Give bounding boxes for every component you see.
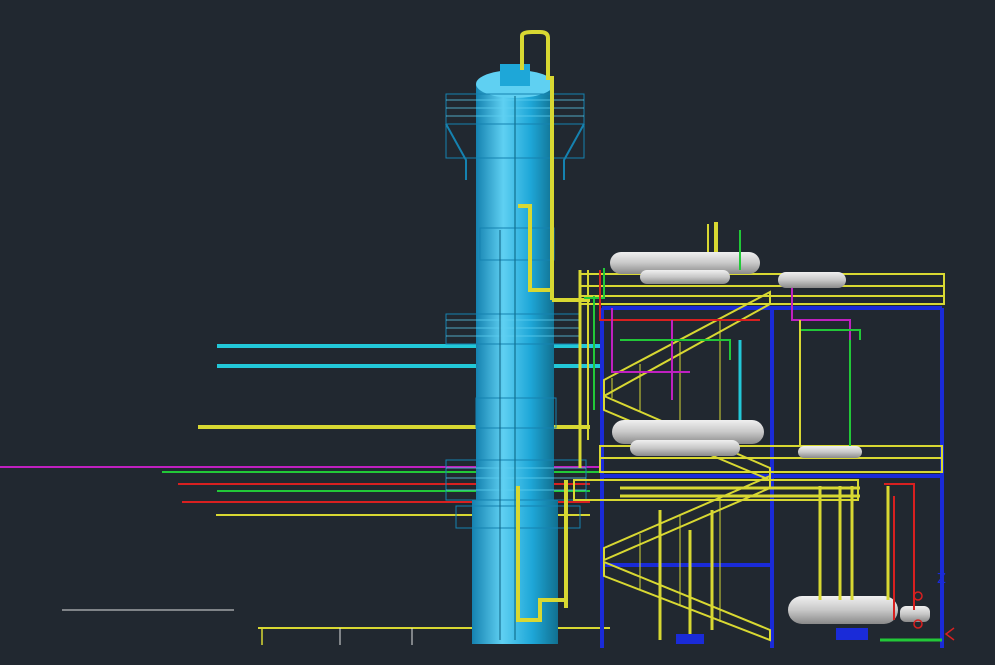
- cad-viewport[interactable]: Z: [0, 0, 995, 665]
- ucs-z-label: Z: [937, 572, 946, 587]
- stairs[interactable]: [603, 290, 771, 642]
- ucs-axis-icon: Z: [937, 572, 955, 641]
- structural-frame[interactable]: [600, 306, 944, 648]
- plant-3d-model[interactable]: Z: [0, 0, 995, 665]
